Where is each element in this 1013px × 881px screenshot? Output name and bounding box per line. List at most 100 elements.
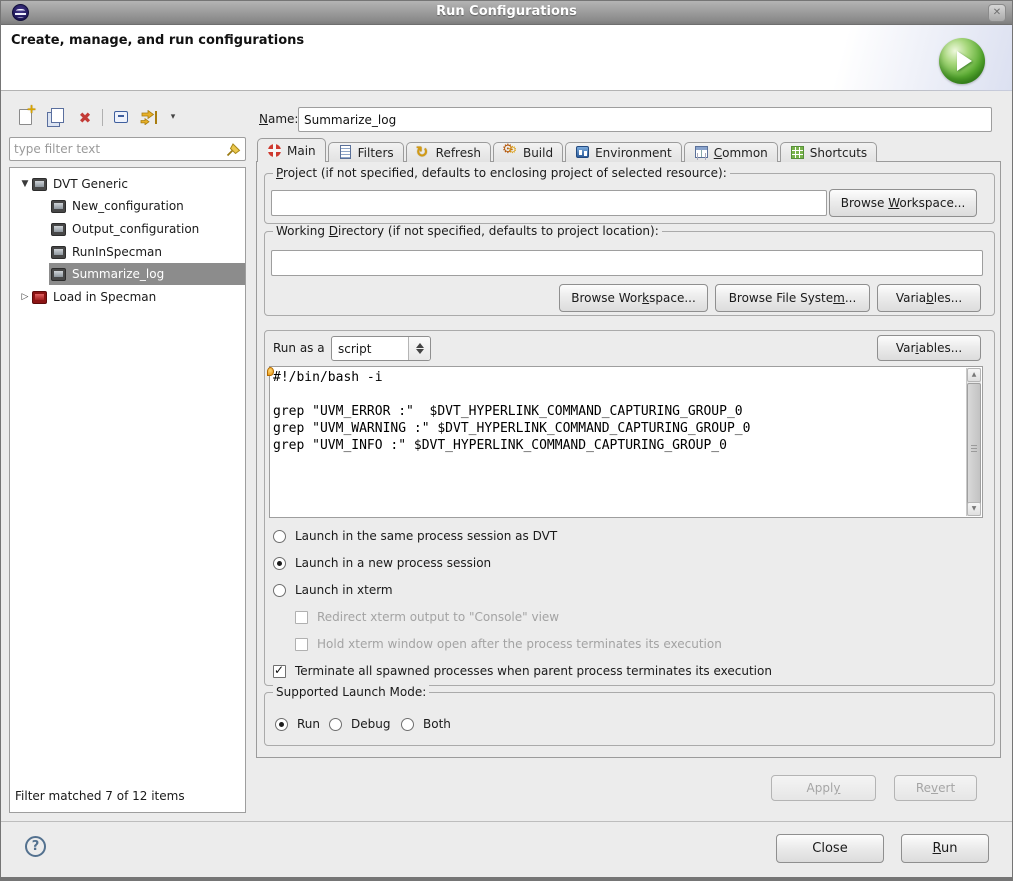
working-directory-input[interactable] (271, 250, 983, 276)
supported-launch-mode-group: Supported Launch Mode: Run Debug Both (264, 692, 995, 746)
run-as-value: script (332, 342, 408, 356)
environment-tab-icon (575, 145, 590, 160)
workdir-variables-button[interactable]: Variables... (877, 284, 981, 312)
filter-match-status: Filter matched 7 of 12 items (15, 789, 185, 803)
checkbox-hold-xterm-open: Hold xterm window open after the process… (295, 635, 722, 653)
run-as-label: Run as a (273, 341, 325, 355)
run-button[interactable]: Run (901, 834, 989, 863)
filters-tab-icon (338, 145, 353, 160)
main-tab-icon (267, 143, 282, 158)
tree-item-output-configuration[interactable]: Output_configuration (10, 218, 245, 240)
checkbox-icon (295, 611, 308, 624)
filter-launch-configurations-button[interactable] (137, 106, 161, 130)
configurations-tree: ▼ DVT Generic New_configuration Output_c… (9, 167, 246, 813)
scrollbar-thumb[interactable] (967, 383, 981, 514)
combo-spinner-icon[interactable] (408, 337, 430, 360)
tree-item-dvt-generic[interactable]: ▼ DVT Generic (10, 173, 245, 195)
filter-arrows-icon (140, 110, 158, 125)
expander-expanded-icon[interactable]: ▼ (18, 179, 32, 189)
tab-environment[interactable]: Environment (565, 142, 682, 162)
workdir-browse-workspace-button[interactable]: Browse Workspace... (559, 284, 708, 312)
radio-icon[interactable] (273, 584, 286, 597)
project-browse-workspace-button[interactable]: Browse Workspace... (829, 189, 977, 217)
checkbox-redirect-xterm-output: Redirect xterm output to "Console" view (295, 608, 559, 626)
radio-icon[interactable] (401, 718, 414, 731)
tab-refresh[interactable]: ↻ Refresh (406, 142, 491, 162)
expander-collapsed-icon[interactable]: ▷ (18, 292, 32, 302)
close-button[interactable]: Close (776, 834, 884, 863)
project-input[interactable] (271, 190, 827, 216)
config-type-icon (32, 178, 47, 191)
new-configuration-button[interactable] (13, 106, 37, 130)
name-label: Name: (259, 112, 298, 126)
filter-input[interactable] (14, 140, 218, 158)
tree-item-runinspecman[interactable]: RunInSpecman (10, 241, 245, 263)
radio-launch-in-xterm[interactable]: Launch in xterm (273, 581, 393, 599)
run-configurations-dialog: Run Configurations ✕ Create, manage, and… (0, 0, 1013, 881)
working-directory-group-title: Working Directory (if not specified, def… (273, 224, 662, 238)
help-icon[interactable]: ? (25, 836, 46, 857)
config-icon (51, 268, 66, 281)
filter-field-wrap (9, 137, 246, 161)
working-directory-group: Working Directory (if not specified, def… (264, 231, 995, 316)
workdir-browse-file-system-button[interactable]: Browse File System... (715, 284, 870, 312)
chevron-down-icon: ▾ (161, 106, 185, 128)
main-tab-content: Project (if not specified, defaults to e… (256, 161, 1001, 758)
run-group: Run as a script Variables... #!/bin/bash… (264, 330, 995, 686)
script-variables-button[interactable]: Variables... (877, 335, 981, 361)
delete-configuration-button[interactable]: ✖ (73, 106, 97, 130)
toolbar-separator (102, 109, 103, 126)
tab-filters[interactable]: Filters (328, 142, 404, 162)
page-title: Create, manage, and run configurations (11, 33, 304, 48)
shortcuts-tab-icon (790, 145, 805, 160)
project-group: Project (if not specified, defaults to e… (264, 173, 995, 224)
radio-mode-debug[interactable]: Debug (329, 715, 390, 733)
tab-main[interactable]: Main (257, 138, 326, 162)
tab-shortcuts[interactable]: Shortcuts (780, 142, 877, 162)
radio-icon[interactable] (329, 718, 342, 731)
radio-mode-run[interactable]: Run (275, 715, 320, 733)
script-text[interactable]: #!/bin/bash -i grep "UVM_ERROR :" $DVT_H… (273, 369, 964, 515)
checkbox-terminate-spawned-processes[interactable]: Terminate all spawned processes when par… (273, 662, 772, 680)
run-play-icon (939, 38, 985, 84)
revert-button: Revert (894, 775, 977, 801)
project-group-title: Project (if not specified, defaults to e… (273, 166, 730, 180)
duplicate-configuration-button[interactable] (43, 106, 67, 130)
toolbar-menu-button[interactable]: ▾ (161, 106, 185, 130)
radio-selected-icon[interactable] (275, 718, 288, 731)
tab-common[interactable]: Common (684, 142, 778, 162)
radio-new-process-session[interactable]: Launch in a new process session (273, 554, 491, 572)
script-editor[interactable]: #!/bin/bash -i grep "UVM_ERROR :" $DVT_H… (269, 366, 983, 518)
new-config-icon (19, 109, 32, 125)
close-icon[interactable]: ✕ (988, 4, 1006, 22)
titlebar[interactable]: Run Configurations ✕ (1, 1, 1012, 25)
radio-selected-icon[interactable] (273, 557, 286, 570)
refresh-tab-icon: ↻ (416, 145, 431, 160)
config-icon (51, 200, 66, 213)
clear-filter-broom-icon[interactable] (225, 141, 242, 158)
radio-mode-both[interactable]: Both (401, 715, 451, 733)
collapse-all-button[interactable] (109, 106, 133, 130)
radio-icon[interactable] (273, 530, 286, 543)
apply-button: Apply (771, 775, 876, 801)
footer-divider (1, 821, 1012, 822)
checkbox-checked-icon[interactable] (273, 665, 286, 678)
collapse-all-icon (114, 111, 128, 123)
tree-item-summarize-log[interactable]: Summarize_log (10, 263, 245, 285)
run-as-combo[interactable]: script (331, 336, 431, 361)
config-icon (51, 246, 66, 259)
scroll-up-icon[interactable]: ▲ (967, 368, 981, 382)
checkbox-icon (295, 638, 308, 651)
scroll-down-icon[interactable]: ▼ (967, 502, 981, 516)
tab-build[interactable]: ⚙ Build (493, 142, 563, 162)
radio-same-process-session[interactable]: Launch in the same process session as DV… (273, 527, 557, 545)
tree-item-new-configuration[interactable]: New_configuration (10, 195, 245, 217)
common-tab-icon (694, 145, 709, 160)
window-title: Run Configurations (1, 4, 1012, 19)
script-scrollbar[interactable]: ▲ ▼ (966, 368, 981, 516)
name-input[interactable] (298, 107, 992, 132)
tree-item-load-in-specman[interactable]: ▷ Load in Specman (10, 286, 245, 308)
tab-bar: Main Filters ↻ Refresh ⚙ Build Environme… (257, 138, 879, 162)
delete-icon: ✖ (73, 106, 97, 130)
config-icon (51, 223, 66, 236)
